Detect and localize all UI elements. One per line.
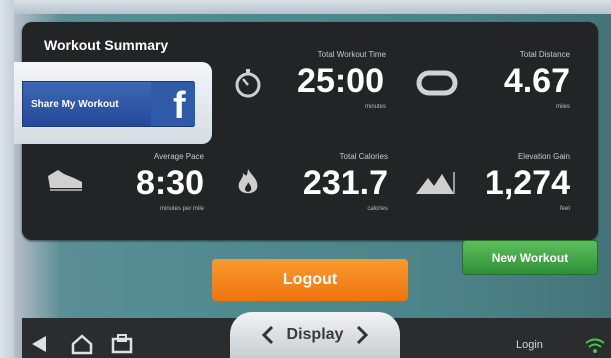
elevation-gain-unit: feet <box>559 206 570 212</box>
chevron-right-icon[interactable] <box>355 325 369 345</box>
total-distance-unit: miles <box>555 104 570 110</box>
recent-apps-icon[interactable] <box>110 333 134 355</box>
share-label: Share My Workout <box>31 99 119 110</box>
flame-icon <box>238 169 258 194</box>
display-tab[interactable]: Display <box>230 312 400 358</box>
mountain-icon <box>416 172 455 194</box>
track-icon <box>416 70 458 96</box>
logout-label: Logout <box>282 271 338 288</box>
total-distance-label: Total Distance <box>519 50 570 59</box>
shoe-icon <box>48 170 82 191</box>
chevron-left-icon[interactable] <box>261 325 275 345</box>
logout-button[interactable]: Logout <box>212 259 408 301</box>
total-time-label: Total Workout Time <box>317 50 386 59</box>
facebook-icon: f <box>151 82 195 127</box>
facebook-glyph: f <box>173 85 186 127</box>
stopwatch-icon <box>235 69 261 98</box>
share-my-workout-button[interactable]: Share My Workout f <box>22 81 195 127</box>
login-link[interactable]: Login <box>516 339 543 351</box>
frame-left <box>0 0 14 358</box>
elevation-gain-label: Elevation Gain <box>517 152 570 161</box>
total-distance-value: 4.67 <box>503 62 570 100</box>
new-workout-label: New Workout <box>491 250 569 265</box>
total-time-unit: minutes <box>364 104 386 110</box>
total-calories-unit: calories <box>367 206 388 212</box>
total-calories-value: 231.7 <box>302 164 388 202</box>
display-label: Display <box>286 326 344 343</box>
new-workout-button[interactable]: New Workout <box>462 240 598 275</box>
wifi-icon <box>585 338 605 353</box>
panel-title: Workout Summary <box>44 37 169 53</box>
home-icon[interactable] <box>70 333 94 355</box>
average-pace-value: 8:30 <box>135 164 204 202</box>
frame-top <box>0 0 611 14</box>
average-pace-unit: minutes per mile <box>159 206 204 212</box>
average-pace-label: Average Pace <box>153 152 204 161</box>
elevation-gain-value: 1,274 <box>484 164 570 202</box>
back-icon[interactable] <box>28 334 50 354</box>
total-calories-label: Total Calories <box>339 152 388 161</box>
total-time-value: 25:00 <box>297 62 384 100</box>
